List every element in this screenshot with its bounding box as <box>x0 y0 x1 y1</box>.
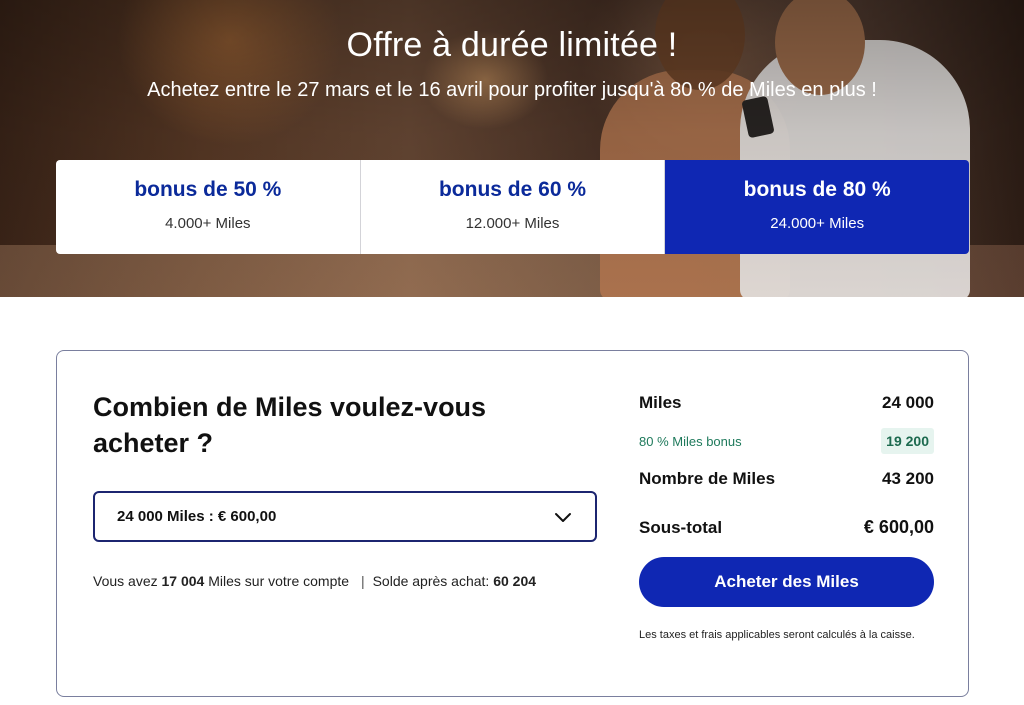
balance-after-value: 60 204 <box>493 573 537 589</box>
miles-label: Miles <box>639 393 682 412</box>
hero-subtitle: Achetez entre le 27 mars et le 16 avril … <box>147 79 877 101</box>
bonus-option-title: bonus de 50 % <box>134 178 282 201</box>
miles-select-value: 24 000 Miles : € 600,00 <box>117 508 277 525</box>
purchase-heading: Combien de Miles voulez-vous acheter ? <box>93 392 487 458</box>
buy-miles-button[interactable]: Acheter des Miles <box>639 557 934 607</box>
bonus-miles-label: 80 % Miles bonus <box>639 433 742 449</box>
bonus-options: bonus de 50 % 4.000+ Miles bonus de 60 %… <box>56 160 969 254</box>
balance-prefix: Vous avez <box>93 573 158 589</box>
balance-separator: | <box>360 573 365 589</box>
bonus-option-60[interactable]: bonus de 60 % 12.000+ Miles <box>360 160 666 254</box>
balance-suffix: Miles sur votre compte <box>208 573 350 589</box>
bonus-miles-value: 19 200 <box>881 428 934 454</box>
balance-info: Vous avez 17 004 Miles sur votre compte … <box>93 573 536 589</box>
hero-title: Offre à durée limitée ! <box>346 26 678 64</box>
bonus-option-title: bonus de 80 % <box>743 178 891 201</box>
bonus-option-title: bonus de 60 % <box>438 178 587 201</box>
tax-note: Les taxes et frais applicables seront ca… <box>639 629 915 641</box>
hero-banner: Offre à durée limitée ! Achetez entre le… <box>0 0 1024 297</box>
total-miles-label: Nombre de Miles <box>639 469 776 488</box>
summary-row-bonus: 80 % Miles bonus 19 200 <box>639 428 934 454</box>
summary-row-miles: Miles 24 000 <box>639 393 934 413</box>
summary-row-total: Nombre de Miles 43 200 <box>639 469 934 489</box>
bonus-option-miles: 12.000+ Miles <box>465 215 560 232</box>
miles-value: 24 000 <box>882 393 934 412</box>
bonus-option-miles: 4.000+ Miles <box>165 215 251 232</box>
miles-amount-select[interactable]: 24 000 Miles : € 600,00 <box>93 491 597 542</box>
current-miles-balance: 17 004 <box>161 573 205 589</box>
bonus-option-miles: 24.000+ Miles <box>770 215 865 232</box>
total-miles-value: 43 200 <box>882 469 934 488</box>
summary-row-subtotal: Sous-total € 600,00 <box>639 517 934 538</box>
purchase-panel: Combien de Miles voulez-vous acheter ? 2… <box>56 350 969 697</box>
bonus-option-50[interactable]: bonus de 50 % 4.000+ Miles <box>56 160 361 254</box>
bonus-option-80[interactable]: bonus de 80 % 24.000+ Miles <box>665 160 969 254</box>
subtotal-value: € 600,00 <box>863 517 934 537</box>
chevron-down-icon <box>555 513 571 522</box>
subtotal-label: Sous-total <box>639 517 723 537</box>
balance-after-label: Solde après achat: <box>372 573 490 589</box>
order-summary: Miles 24 000 80 % Miles bonus 19 200 Nom… <box>639 351 934 696</box>
